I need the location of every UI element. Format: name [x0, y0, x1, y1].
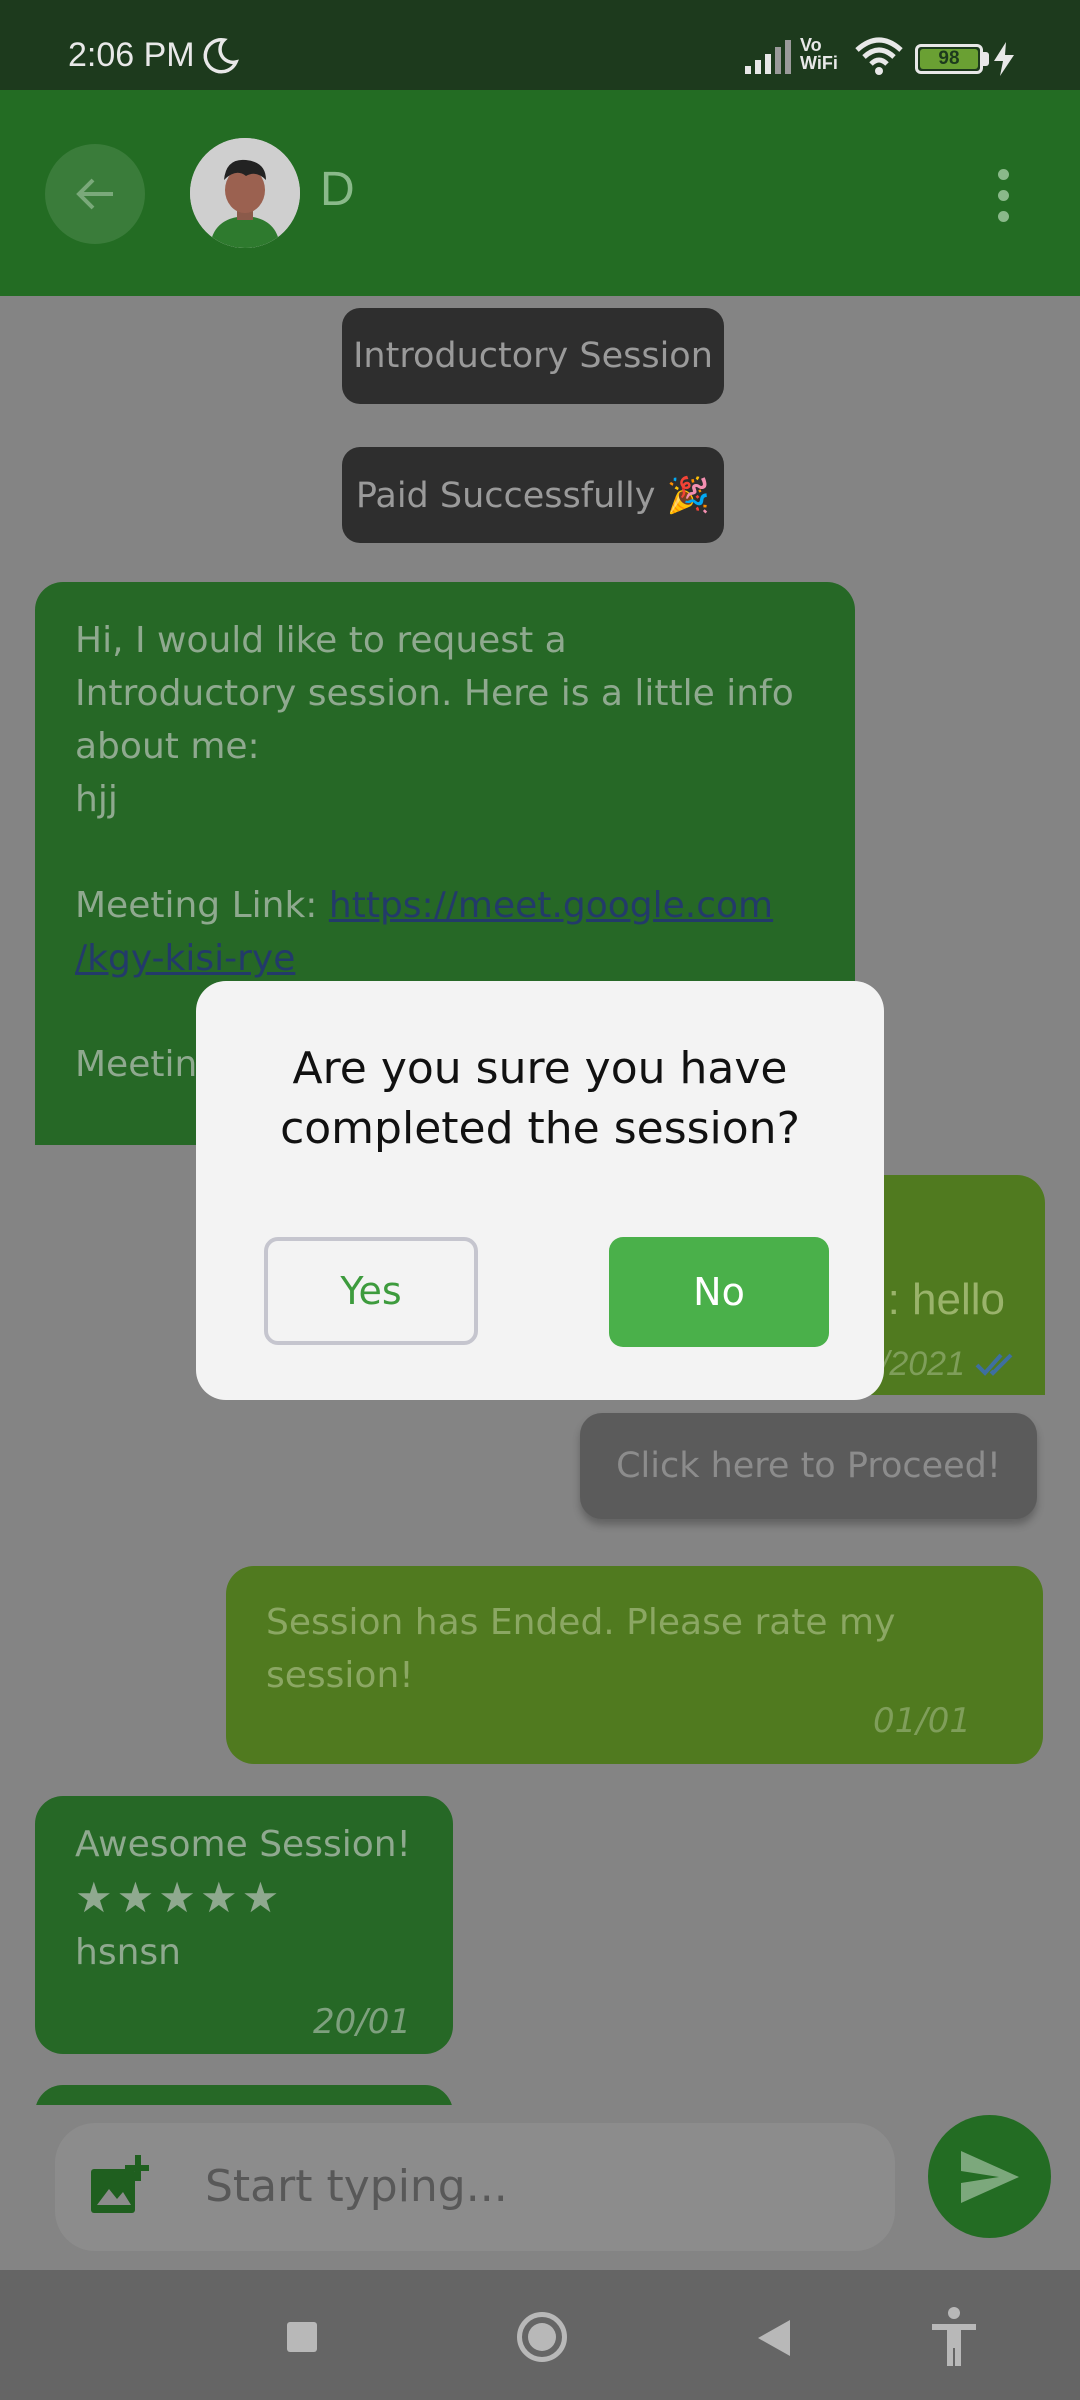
- dialog-overlay: Are you sure you have completed the sess…: [0, 0, 1080, 2400]
- no-button[interactable]: No: [609, 1237, 829, 1347]
- yes-button[interactable]: Yes: [264, 1237, 478, 1345]
- dialog-message-line: completed the session?: [280, 1103, 800, 1154]
- dialog-message-line: Are you sure you have: [292, 1043, 788, 1094]
- dialog-message: Are you sure you have completed the sess…: [196, 1039, 884, 1159]
- confirm-dialog: Are you sure you have completed the sess…: [196, 981, 884, 1400]
